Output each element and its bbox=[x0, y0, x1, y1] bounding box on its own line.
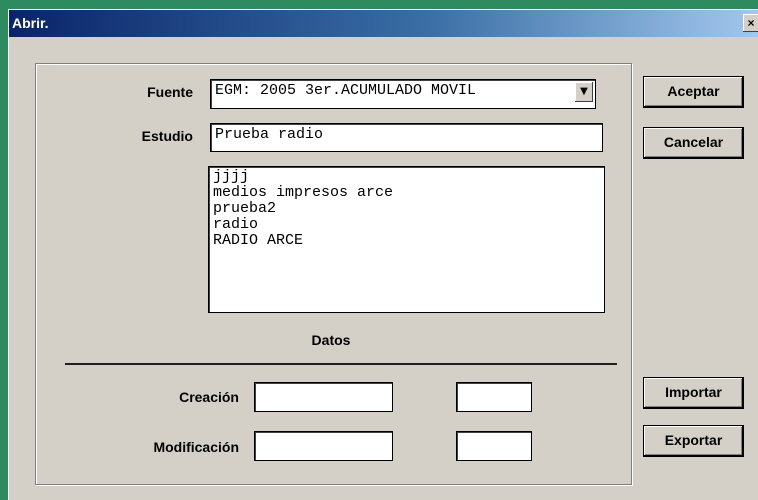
fuente-dropdown[interactable]: EGM: 2005 3er.ACUMULADO MOVIL ▼ bbox=[210, 79, 596, 109]
title-bar[interactable]: Abrir. × bbox=[9, 10, 758, 37]
list-item[interactable]: medios impresos arce bbox=[213, 185, 600, 201]
list-item[interactable]: jjjj bbox=[213, 169, 600, 185]
creacion-time-field[interactable] bbox=[456, 382, 532, 412]
creacion-date-field[interactable] bbox=[254, 382, 393, 412]
creacion-label: Creación bbox=[179, 389, 239, 405]
modificacion-time-field[interactable] bbox=[456, 431, 532, 461]
aceptar-button[interactable]: Aceptar bbox=[643, 76, 744, 108]
open-dialog: Abrir. × Fuente EGM: 2005 3er.ACUMULADO … bbox=[8, 9, 758, 500]
datos-section-title: Datos bbox=[311, 332, 351, 348]
list-item[interactable]: prueba2 bbox=[213, 201, 600, 217]
section-divider bbox=[65, 363, 617, 365]
importar-button[interactable]: Importar bbox=[643, 377, 744, 409]
dialog-title: Abrir. bbox=[12, 15, 49, 31]
fuente-value: EGM: 2005 3er.ACUMULADO MOVIL bbox=[215, 82, 477, 99]
estudio-list[interactable]: jjjj medios impresos arce prueba2 radio … bbox=[208, 166, 605, 313]
close-icon[interactable]: × bbox=[743, 14, 758, 32]
modificacion-date-field[interactable] bbox=[254, 431, 393, 461]
list-item[interactable]: radio bbox=[213, 217, 600, 233]
list-item[interactable]: RADIO ARCE bbox=[213, 233, 600, 249]
estudio-label: Estudio bbox=[141, 128, 193, 144]
exportar-button[interactable]: Exportar bbox=[643, 425, 744, 457]
modificacion-label: Modificación bbox=[153, 439, 239, 455]
fuente-label: Fuente bbox=[147, 84, 193, 100]
estudio-input[interactable]: Prueba radio bbox=[210, 123, 603, 152]
chevron-down-icon[interactable]: ▼ bbox=[575, 82, 593, 102]
cancelar-button[interactable]: Cancelar bbox=[643, 127, 744, 159]
